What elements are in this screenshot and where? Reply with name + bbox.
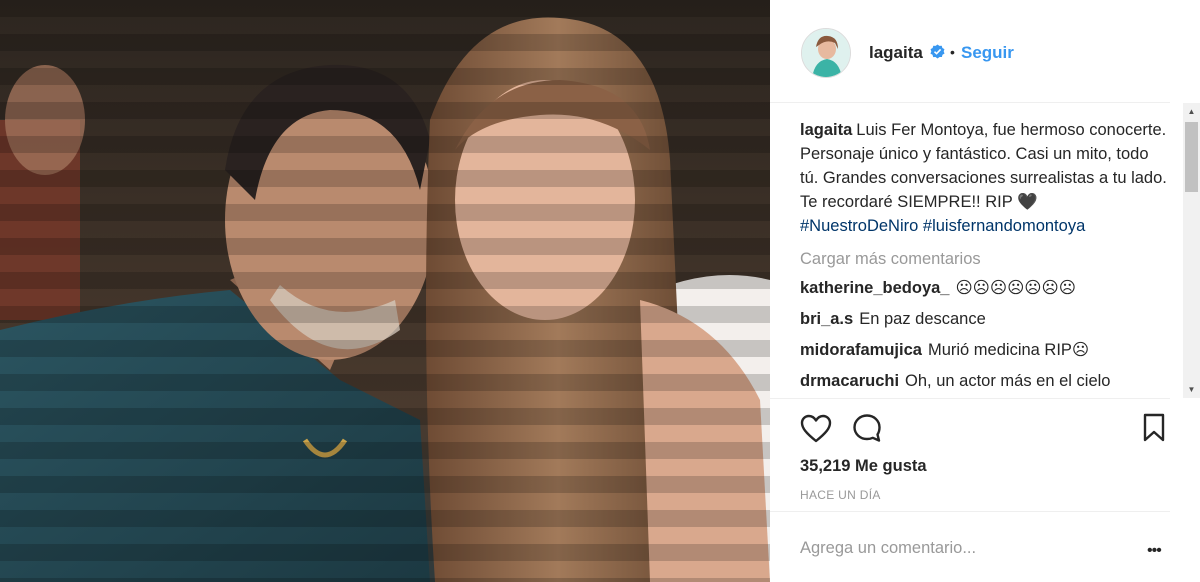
caption-username[interactable]: lagaita <box>800 121 852 139</box>
avatar-image <box>802 29 850 77</box>
comment-text: ☹☹☹☹☹☹☹ <box>955 279 1076 297</box>
comment-text: Murió medicina RIP☹ <box>927 341 1090 359</box>
hashtag-link[interactable]: #luisfernandomontoya <box>923 217 1085 235</box>
comment-username[interactable]: drmacaruchi <box>800 372 899 390</box>
comment-text: Oh, un actor más en el cielo <box>905 372 1111 390</box>
heart-icon[interactable] <box>800 414 832 444</box>
comment-item: katherine_bedoya_ ☹☹☹☹☹☹☹ <box>800 276 1170 300</box>
more-options-button[interactable]: ••• <box>1147 542 1162 560</box>
comments-list[interactable]: lagaita Luis Fer Montoya, fue hermoso con… <box>800 118 1170 400</box>
comments-scrollbar[interactable]: ▲ ▼ <box>1183 103 1200 398</box>
post-timestamp[interactable]: HACE UN DÍA <box>800 488 881 502</box>
post-photo[interactable] <box>0 0 770 582</box>
scroll-down-arrow-icon[interactable]: ▼ <box>1183 381 1200 398</box>
post-username[interactable]: lagaita <box>869 43 923 63</box>
post-caption: lagaita Luis Fer Montoya, fue hermoso con… <box>800 118 1170 238</box>
comment-item: midorafamujica Murió medicina RIP☹ <box>800 338 1170 362</box>
comment-username[interactable]: midorafamujica <box>800 341 922 359</box>
comment-item: bri_a.s En paz descance <box>800 307 1170 331</box>
comment-username[interactable]: bri_a.s <box>800 310 853 328</box>
comment-text: En paz descance <box>859 310 986 328</box>
bookmark-icon[interactable] <box>1142 413 1166 443</box>
scrollbar-thumb[interactable] <box>1185 122 1198 192</box>
post-details-panel: lagaita • Seguir lagaita Luis Fer Montoya… <box>770 0 1200 582</box>
comment-bubble-icon[interactable] <box>852 413 882 443</box>
likes-count[interactable]: 35,219 Me gusta <box>800 457 927 476</box>
post-actions: 35,219 Me gusta HACE UN DÍA ••• <box>770 398 1170 578</box>
caption-text: Luis Fer Montoya, fue hermoso conocerte.… <box>800 121 1167 211</box>
add-comment-section: ••• <box>770 511 1170 581</box>
scroll-up-arrow-icon[interactable]: ▲ <box>1183 103 1200 120</box>
verified-badge-icon <box>930 44 945 59</box>
header-separator: • <box>950 44 955 60</box>
comment-username[interactable]: katherine_bedoya_ <box>800 279 949 297</box>
follow-button[interactable]: Seguir <box>961 43 1014 63</box>
load-more-comments-button[interactable]: Cargar más comentarios <box>800 247 1170 271</box>
comment-input[interactable] <box>800 539 1100 558</box>
comment-item: drmacaruchi Oh, un actor más en el cielo <box>800 369 1170 393</box>
avatar[interactable] <box>801 28 851 78</box>
photo-illustration <box>0 0 770 582</box>
hashtag-link[interactable]: #NuestroDeNiro <box>800 217 918 235</box>
post-header: lagaita • Seguir <box>770 0 1170 103</box>
